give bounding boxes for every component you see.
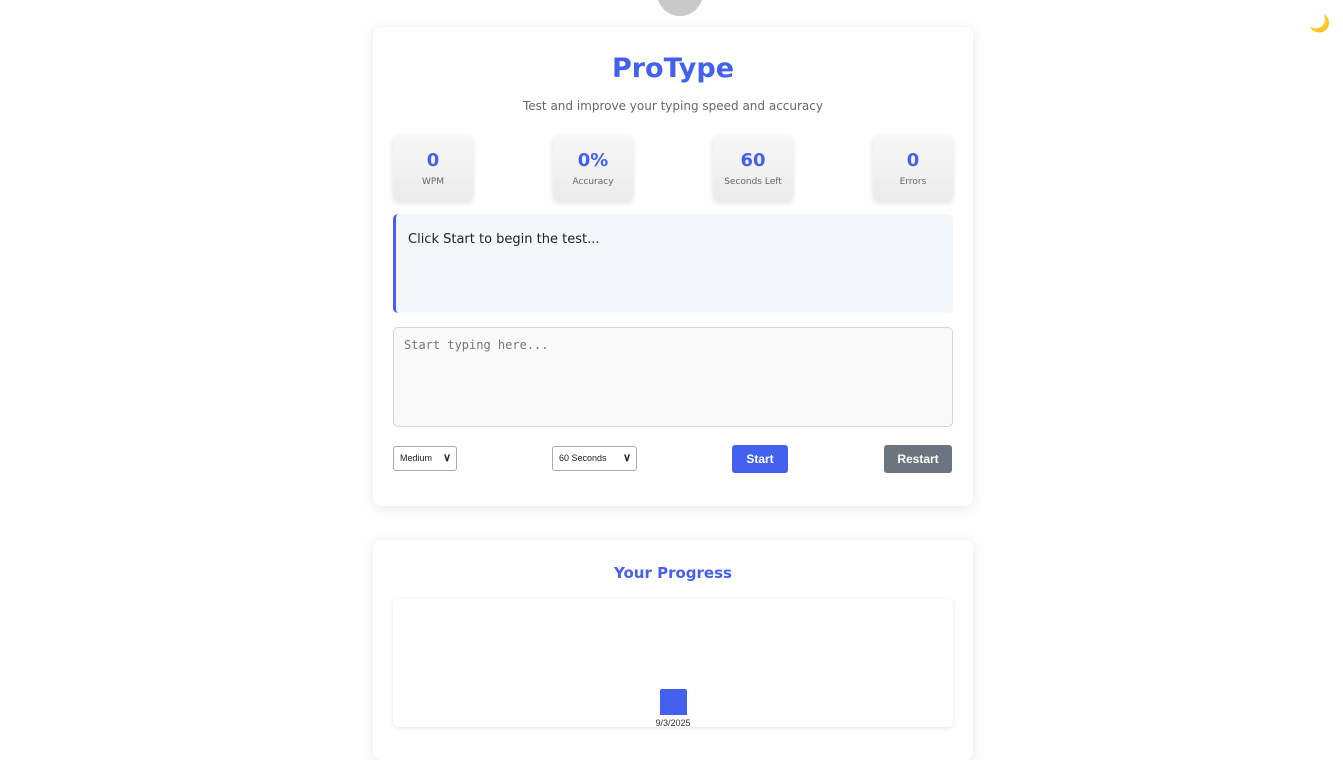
avatar [657,0,703,16]
moon-icon[interactable]: 🌙 [1309,13,1331,35]
page-title: ProType [611,53,735,84]
chart-bar [659,689,687,715]
duration-select[interactable]: 60 Seconds ∨ [552,446,637,471]
progress-title: Your Progress [614,564,732,582]
stat-value: 60 [740,150,766,171]
prompt-text-box: Click Start to begin the test... [393,214,953,313]
progress-card: Your Progress 9/3/2025 [373,540,973,760]
prompt-text: Click Start to begin the test... [408,232,600,247]
stat-errors: 0 Errors [873,135,953,201]
stat-value: 0 [426,150,440,171]
progress-chart: 9/3/2025 [393,599,953,728]
stat-label: Seconds Left [724,177,782,187]
chevron-down-icon: ∨ [442,452,451,464]
stat-seconds-left: 60 Seconds Left [713,135,793,201]
difficulty-select[interactable]: Medium ∨ [393,446,457,471]
page-subtitle: Test and improve your typing speed and a… [523,99,823,113]
stat-value: 0% [577,150,609,171]
chart-x-tick-label: 9/3/2025 [655,718,691,728]
duration-selected-value: 60 Seconds [559,453,607,463]
difficulty-selected-value: Medium [400,453,433,463]
start-button[interactable]: Start [732,445,788,473]
stat-value: 0 [906,150,920,171]
stat-label: WPM [421,177,445,187]
stat-label: Errors [899,177,927,187]
stat-label: Accuracy [572,177,614,187]
typing-input[interactable] [393,327,953,427]
chevron-down-icon: ∨ [622,452,631,464]
typing-test-card: ProType Test and improve your typing spe… [373,27,973,506]
stat-accuracy: 0% Accuracy [553,135,633,201]
stat-wpm: 0 WPM [393,135,473,201]
restart-button[interactable]: Restart [884,445,952,473]
